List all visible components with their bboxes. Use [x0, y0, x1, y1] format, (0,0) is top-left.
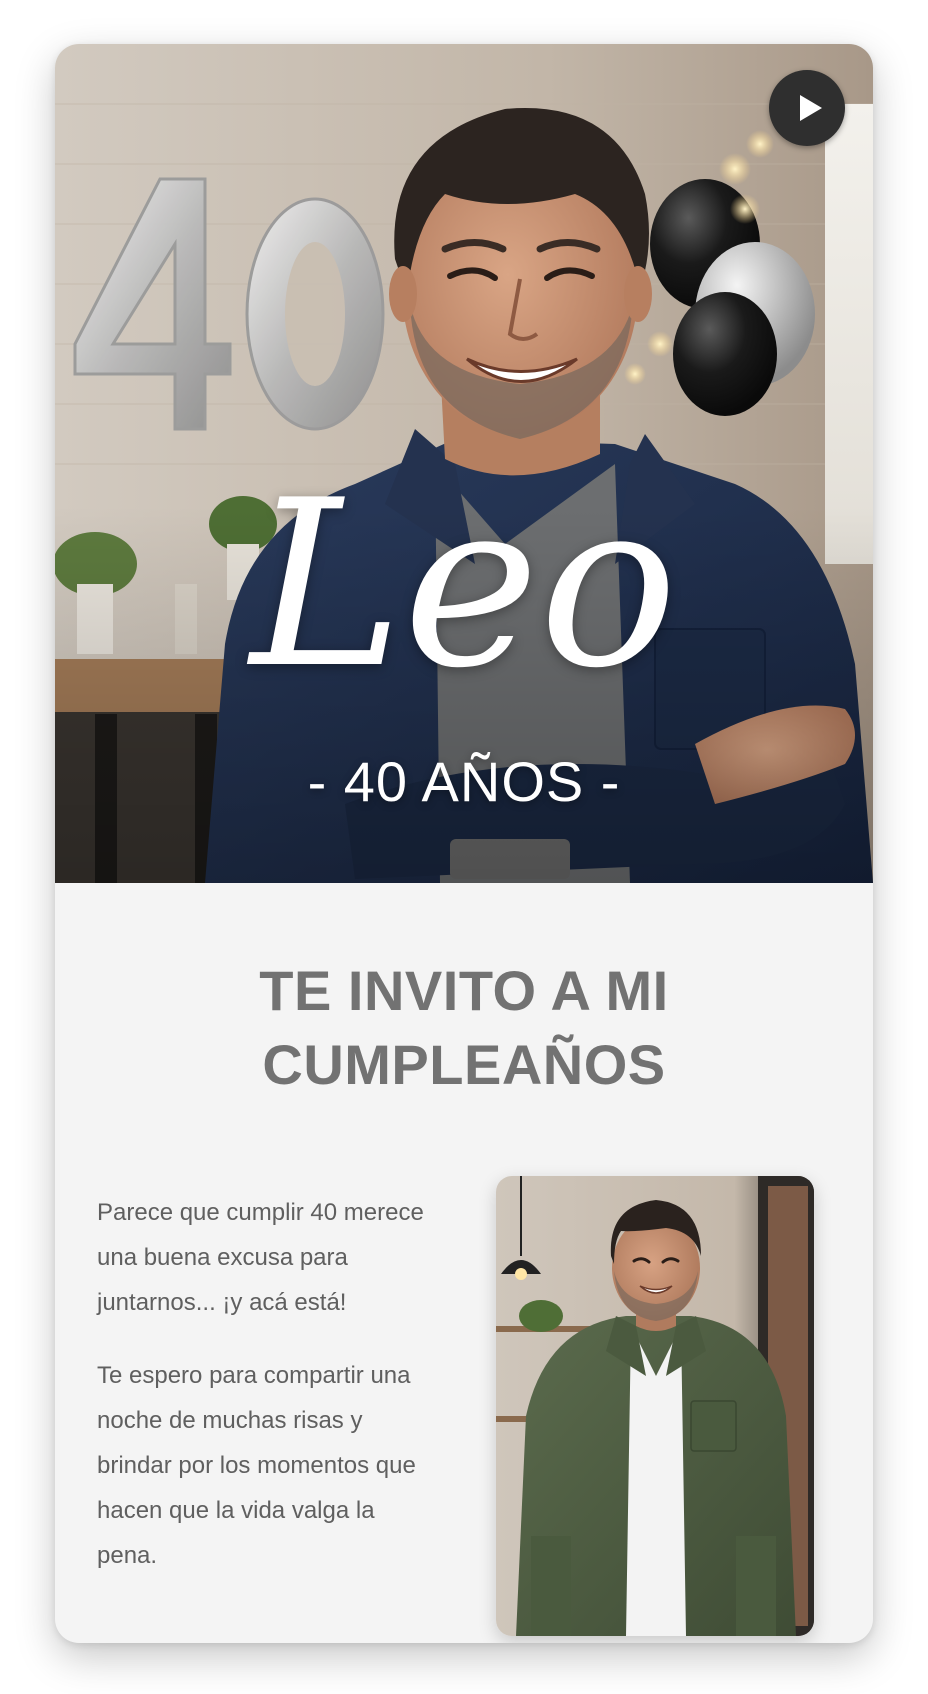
- play-icon: [799, 95, 822, 121]
- invite-heading-line1: TE INVITO A MI: [259, 959, 669, 1022]
- play-button[interactable]: [769, 70, 845, 146]
- age-subtitle: - 40 AÑOS -: [307, 750, 621, 813]
- invite-body: Parece que cumplir 40 merece una buena e…: [97, 1190, 437, 1606]
- invitation-card: Leo - 40 AÑOS - TE INVITO A MI CUMPLEAÑO…: [55, 44, 873, 1643]
- hero-photo: Leo - 40 AÑOS -: [55, 44, 873, 883]
- guest-name: Leo: [246, 452, 677, 719]
- name-script: Leo: [246, 452, 677, 719]
- portrait-photo: [496, 1176, 814, 1636]
- invite-paragraph-2: Te espero para compartir una noche de mu…: [97, 1362, 416, 1569]
- invite-heading-line2: CUMPLEAÑOS: [262, 1033, 666, 1096]
- invite-heading: TE INVITO A MI CUMPLEAÑOS: [55, 954, 873, 1102]
- invite-paragraph-1: Parece que cumplir 40 merece una buena e…: [97, 1199, 424, 1316]
- portrait-illustration: [496, 1176, 814, 1636]
